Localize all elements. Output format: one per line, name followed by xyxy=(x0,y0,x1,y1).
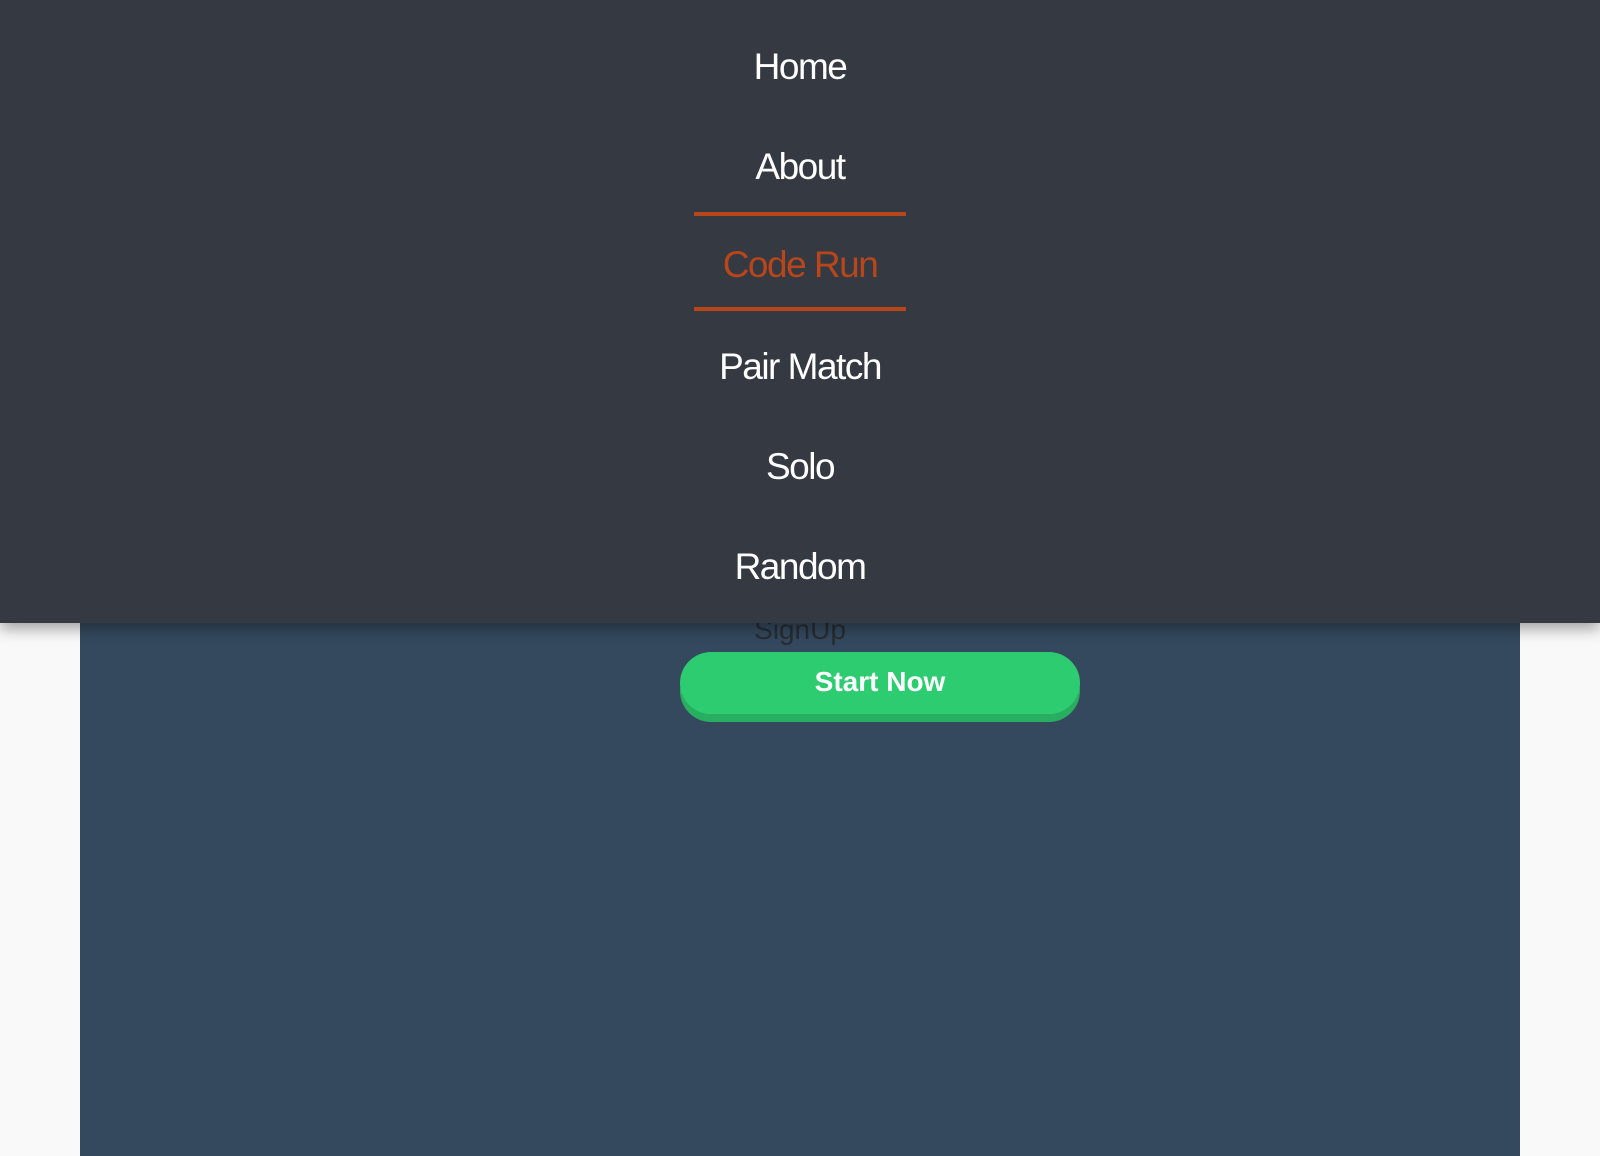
nav-item-about[interactable]: About xyxy=(0,137,1600,197)
start-now-button[interactable]: Start Now xyxy=(680,652,1080,714)
nav-menu-overlay: Home About Code Run Pair Match Solo Rand… xyxy=(0,0,1600,623)
active-divider-top xyxy=(694,212,906,216)
nav-item-random[interactable]: Random xyxy=(0,537,1600,597)
active-divider-bottom xyxy=(694,307,906,311)
nav-item-pair-match[interactable]: Pair Match xyxy=(0,337,1600,397)
nav-item-home[interactable]: Home xyxy=(0,37,1600,97)
nav-item-solo[interactable]: Solo xyxy=(0,437,1600,497)
nav-item-code-run[interactable]: Code Run xyxy=(0,235,1600,295)
